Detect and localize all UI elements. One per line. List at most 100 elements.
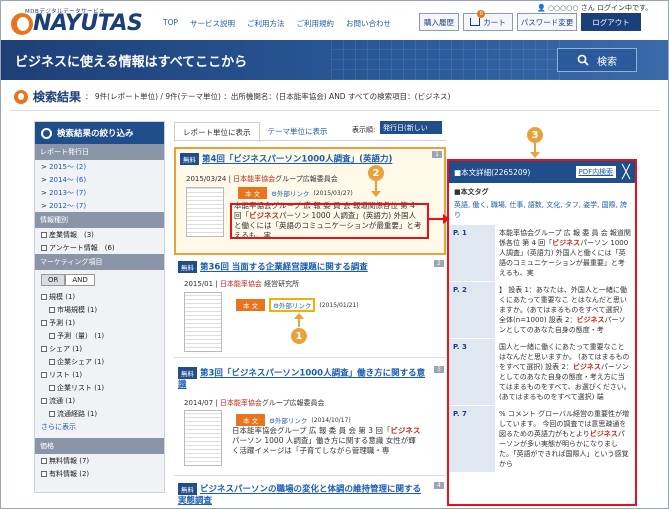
year-filter-link[interactable]: 2014～ (6) [49,176,86,184]
year-filter-item[interactable]: > 2014～ (6) [35,173,164,186]
checkbox[interactable] [49,410,55,417]
nav-contact[interactable]: お問い合わせ [346,18,391,29]
tag-list[interactable]: 英語, 働く, 職場, 仕事, 語数, 文化, タフ, 姿学, 国際, 誇り [454,200,630,220]
marketing-filter-item[interactable]: リスト (1) [35,368,164,381]
page-text: 国人と一緒に働くにあたって重要なこと はなんだと思いますか。 (あてはまるものを… [495,339,635,405]
nav-terms[interactable]: ご利用規約 [297,18,335,29]
logo-icon [11,13,33,35]
password-change-button[interactable]: パスワード変更 [517,13,577,31]
nav-top[interactable]: TOP [163,18,178,29]
result-card-2[interactable]: 2 無料 第36回 当面する企業経営課題に関する調査 2015/01 | 日本能率… [174,258,446,358]
checkbox[interactable] [41,470,47,477]
checkbox[interactable] [41,345,47,352]
external-link-label: 外部リンク [274,417,308,425]
global-nav: TOP サービス説明 ご利用方法 ご利用規約 お問い合わせ [163,18,391,29]
page-text: 】 設表 1：あなたは、外国人と一緒に働くにあたって重要なこ とはなんだと思いま… [495,282,635,338]
nav-usage[interactable]: ご利用方法 [247,18,285,29]
checkbox[interactable] [41,319,47,326]
fulltext-button[interactable]: 本 文 [238,187,268,199]
sort-select[interactable]: 発行日(新しい [380,121,442,134]
tab-theme[interactable]: テーマ単位に表示 [259,122,336,142]
year-filter-item[interactable]: > 2012～ (7) [35,199,164,212]
fulltext-button[interactable]: 本 文 [236,414,266,426]
page-row[interactable]: P. 1 本能率協会グループ 広 報 委 員 会 報道関係各位 第 4 回「ビジネ… [449,224,635,281]
card-org[interactable]: 日本能率協会 [233,175,275,183]
cart-button[interactable]: 0 カート [463,10,513,31]
checkbox[interactable] [41,397,47,404]
pdf-search-link[interactable]: PDF内検索 [575,166,617,178]
site-logo[interactable]: MDBデジタルデータサービス NAYUTAS [11,7,151,37]
checkbox[interactable] [41,231,47,238]
marketing-filter-item[interactable]: 予測（量） (1) [35,329,164,342]
history-button[interactable]: 購入履歴 [419,13,459,31]
card-title[interactable]: 第36回 当面する企業経営課題に関する調査 [200,263,368,273]
document-thumbnail[interactable] [184,292,222,352]
checkbox[interactable] [41,244,47,251]
checkbox[interactable] [41,293,47,300]
checkbox[interactable] [49,306,55,313]
marketing-filter-item[interactable]: 予測 (1) [35,316,164,329]
price-filter-item[interactable]: 無料情報 (7) [35,454,164,467]
page-row[interactable]: P. 3 国人と一緒に働くにあたって重要なこと はなんだと思いますか。 (あてはま… [449,338,635,405]
year-filter-link[interactable]: 2012～ (7) [49,202,86,210]
toggle-or[interactable]: OR [41,274,66,286]
cart-label: カート [483,17,506,27]
page-row[interactable]: P. 7% コメント グローバル経営の重要性が増しています。 今回の調査では意思… [449,405,635,472]
external-link[interactable]: ⚙外部リンク [269,298,316,312]
marketing-filter-label: リスト (1) [49,370,83,379]
page-highlight: ビジネス [576,316,605,324]
callout-marker-1: 1 [291,328,307,344]
card-links: 本 文 ⚙外部リンク (2015/01/21) [236,298,359,312]
price-filter-item[interactable]: 有料情報 (2) [35,467,164,480]
year-filter-link[interactable]: 2013～ (7) [49,189,86,197]
type-filter-item[interactable]: 産業情報 (3) [35,228,164,241]
marketing-filter-item[interactable]: シェア (1) [35,342,164,355]
type-filter-item[interactable]: アンケート情報 (6) [35,241,164,254]
checkbox[interactable] [41,371,47,378]
show-more-link[interactable]: さらに表示 [35,420,164,434]
year-filter-item[interactable]: > 2013～ (7) [35,186,164,199]
card-title[interactable]: ビジネスパーソンの職場の変化と体調の維持管理に関する実態調査 [178,485,421,506]
year-filter-link[interactable]: 2015～ (2) [49,163,86,171]
search-label: 検索 [597,56,617,68]
free-badge: 無料 [178,483,197,495]
marketing-filter-item[interactable]: 市場規模 (1) [35,303,164,316]
result-card-3[interactable]: 3 無料 第3回「ビジネスパーソン1000人調査」働き方に関する意識 2014/0… [174,364,446,476]
document-thumbnail[interactable] [184,410,222,466]
toggle-and[interactable]: AND [65,274,95,286]
tab-report[interactable]: レポート単位に表示 [174,122,260,142]
page-row[interactable]: P. 2】 設表 1：あなたは、外国人と一緒に働くにあたって重要なこ とはなんだ… [449,281,635,338]
nav-service[interactable]: サービス説明 [190,18,235,29]
filter-title: 検索結果の絞り込み [57,129,134,139]
checkbox[interactable] [49,384,55,391]
card-title[interactable]: 第3回「ビジネスパーソン1000人調査」働き方に関する意識 [178,369,425,390]
logout-button[interactable]: ログアウト [581,13,641,31]
section-type: 情報種別 [35,212,164,228]
chevron-right-icon: > [41,162,50,171]
external-link[interactable]: ⚙外部リンク [271,188,309,198]
checkbox[interactable] [49,358,55,365]
arrow-down-icon [530,141,540,158]
card-org[interactable]: 日本能率協会 [220,280,262,288]
sort-value: 発行日(新しい [383,123,428,132]
search-button[interactable]: 検索 [557,48,637,72]
checkbox[interactable] [41,457,47,464]
document-thumbnail[interactable] [186,187,224,237]
marketing-filter-item[interactable]: 規模 (1) [35,290,164,303]
close-icon[interactable]: ╳ [622,166,630,179]
marketing-filter-item[interactable]: 企業リスト (1) [35,381,164,394]
card-number: 2 [434,260,444,267]
results-bar: 検索結果 ： 9件(レポート単位) / 9件(テーマ単位) ：出所機関名：(日本… [14,88,451,105]
marketing-filter-item[interactable]: 企業シェア (1) [35,355,164,368]
external-link[interactable]: ⚙外部リンク [269,415,307,425]
type-filter-label: アンケート情報 (6) [49,243,115,252]
year-filter-item[interactable]: > 2015～ (2) [35,160,164,173]
marketing-filter-item[interactable]: 流通経路 (1) [35,407,164,420]
card-org[interactable]: 日本能率協会 [220,399,262,407]
page-highlight: ビジネス [572,363,601,371]
checkbox[interactable] [49,332,55,339]
fulltext-button[interactable]: 本 文 [236,299,266,311]
marketing-filter-item[interactable]: 流通 (1) [35,394,164,407]
filter-header: 検索結果の絞り込み [35,122,164,144]
result-card-4[interactable]: 4 無料 ビジネスパーソンの職場の変化と体調の維持管理に関する実態調査 [174,480,446,508]
